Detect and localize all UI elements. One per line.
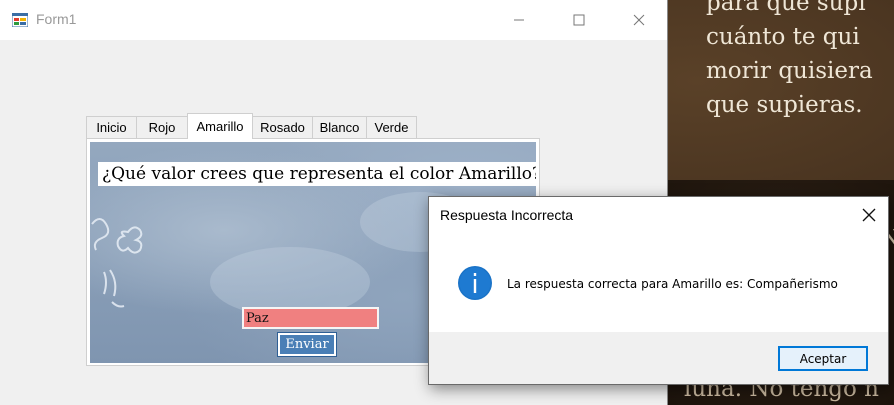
tab-verde[interactable]: Verde [366, 116, 417, 138]
message-box: Respuesta Incorrecta La respuesta correc… [428, 196, 889, 385]
minimize-button[interactable] [496, 0, 542, 40]
poem-line: cuánto te qui [706, 24, 860, 50]
poem-line: para que supi [706, 0, 866, 16]
tab-amarillo[interactable]: Amarillo [187, 113, 253, 139]
dialog-close-button[interactable] [849, 197, 889, 233]
submit-button[interactable]: Enviar [277, 332, 337, 357]
dialog-message: La respuesta correcta para Amarillo es: … [507, 277, 838, 291]
close-button[interactable] [616, 0, 662, 40]
answer-input[interactable] [242, 307, 379, 329]
close-icon [862, 208, 876, 222]
winforms-app-icon [12, 13, 28, 27]
form-titlebar[interactable]: Form1 [0, 0, 667, 40]
info-icon [458, 266, 492, 300]
tab-inicio[interactable]: Inicio [86, 116, 137, 138]
poem-line: que supieras. [706, 92, 863, 118]
ok-button[interactable]: Aceptar [778, 346, 868, 371]
dialog-title: Respuesta Incorrecta [440, 207, 574, 223]
background-poem-text: para que supi cuánto te qui morir quisie… [706, 0, 894, 122]
tab-blanco[interactable]: Blanco [312, 116, 367, 138]
maximize-icon [573, 14, 585, 26]
minimize-icon [514, 19, 524, 21]
maximize-button[interactable] [556, 0, 602, 40]
tab-rosado[interactable]: Rosado [252, 116, 313, 138]
poem-line: morir quisiera [706, 58, 873, 84]
dialog-footer: Aceptar [429, 332, 888, 384]
close-icon [633, 14, 645, 26]
window-title: Form1 [36, 11, 77, 27]
question-label: ¿Qué valor crees que representa el color… [98, 162, 536, 186]
tab-rojo[interactable]: Rojo [136, 116, 188, 138]
